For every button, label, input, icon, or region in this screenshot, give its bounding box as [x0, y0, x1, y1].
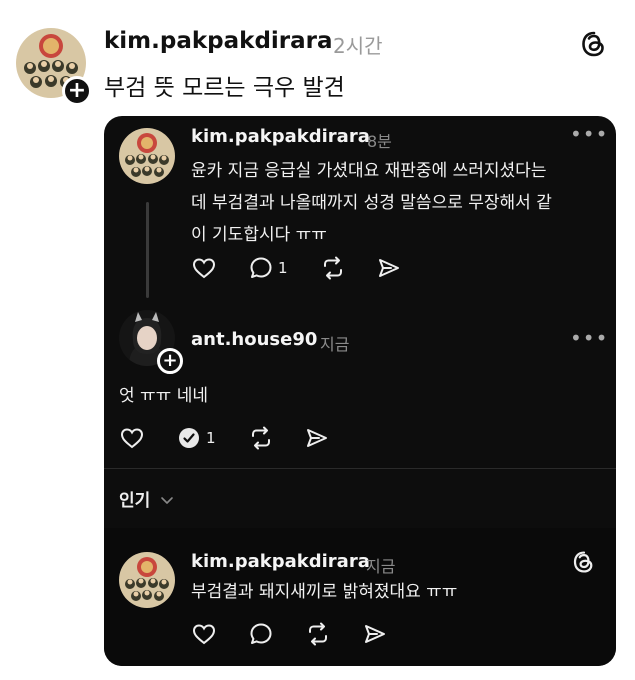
outer-username[interactable]: kim.pakpakdirara: [104, 28, 333, 54]
reply-username[interactable]: ant.house90: [191, 329, 317, 350]
threads-logo-icon[interactable]: [580, 30, 608, 58]
sort-selector[interactable]: 인기: [119, 486, 174, 511]
heart-icon[interactable]: [191, 255, 217, 281]
reply-count: 1: [278, 259, 288, 277]
quoted-post-text: 윤카 지금 응급실 가셨대요 재판중에 쓰러지셨다는 데 부검결과 나올때까지 …: [191, 155, 552, 251]
reply-timestamp: 지금: [320, 335, 350, 354]
more-icon[interactable]: •••: [570, 326, 608, 350]
follow-plus-icon[interactable]: +: [62, 76, 92, 106]
outer-timestamp: 2시간: [333, 34, 383, 58]
comment-icon[interactable]: [248, 255, 274, 281]
quoted-username[interactable]: kim.pakpakdirara: [191, 126, 370, 147]
repost-icon[interactable]: [320, 255, 346, 281]
quoted-text-line: 데 부검결과 나올때까지 성경 말씀으로 무장해서 같: [191, 193, 552, 213]
more-icon[interactable]: •••: [570, 122, 608, 146]
top-reply-text: 부검결과 돼지새끼로 밝혀졌대요 ㅠㅠ: [191, 582, 458, 602]
follow-plus-icon[interactable]: +: [157, 348, 183, 374]
repost-count: 1: [206, 429, 216, 447]
top-reply-timestamp: 지금: [366, 557, 396, 576]
comment-icon[interactable]: [248, 621, 274, 647]
reposted-check-icon[interactable]: [176, 425, 202, 451]
top-reply-avatar[interactable]: [119, 552, 175, 608]
share-icon[interactable]: [304, 425, 330, 451]
thread-connector: [146, 202, 149, 298]
repost-icon[interactable]: [248, 425, 274, 451]
heart-icon[interactable]: [119, 425, 145, 451]
quoted-avatar[interactable]: [119, 128, 175, 184]
quoted-timestamp: 8분: [367, 132, 392, 151]
outer-post-text: 부검 뜻 모르는 극우 발견: [104, 75, 345, 101]
quoted-text-line: 이 기도합시다 ㅠㅠ: [191, 225, 327, 245]
quoted-text-line: 윤카 지금 응급실 가셨대요 재판중에 쓰러지셨다는: [191, 161, 547, 181]
threads-logo-icon[interactable]: [572, 550, 596, 574]
chevron-down-icon: [160, 491, 174, 511]
sort-label: 인기: [119, 491, 151, 511]
heart-icon[interactable]: [191, 621, 217, 647]
top-reply-username[interactable]: kim.pakpakdirara: [191, 551, 370, 572]
share-icon[interactable]: [376, 255, 402, 281]
share-icon[interactable]: [362, 621, 388, 647]
reply-text: 엇 ㅠㅠ 네네: [119, 386, 209, 406]
repost-icon[interactable]: [305, 621, 331, 647]
divider: [104, 468, 616, 469]
